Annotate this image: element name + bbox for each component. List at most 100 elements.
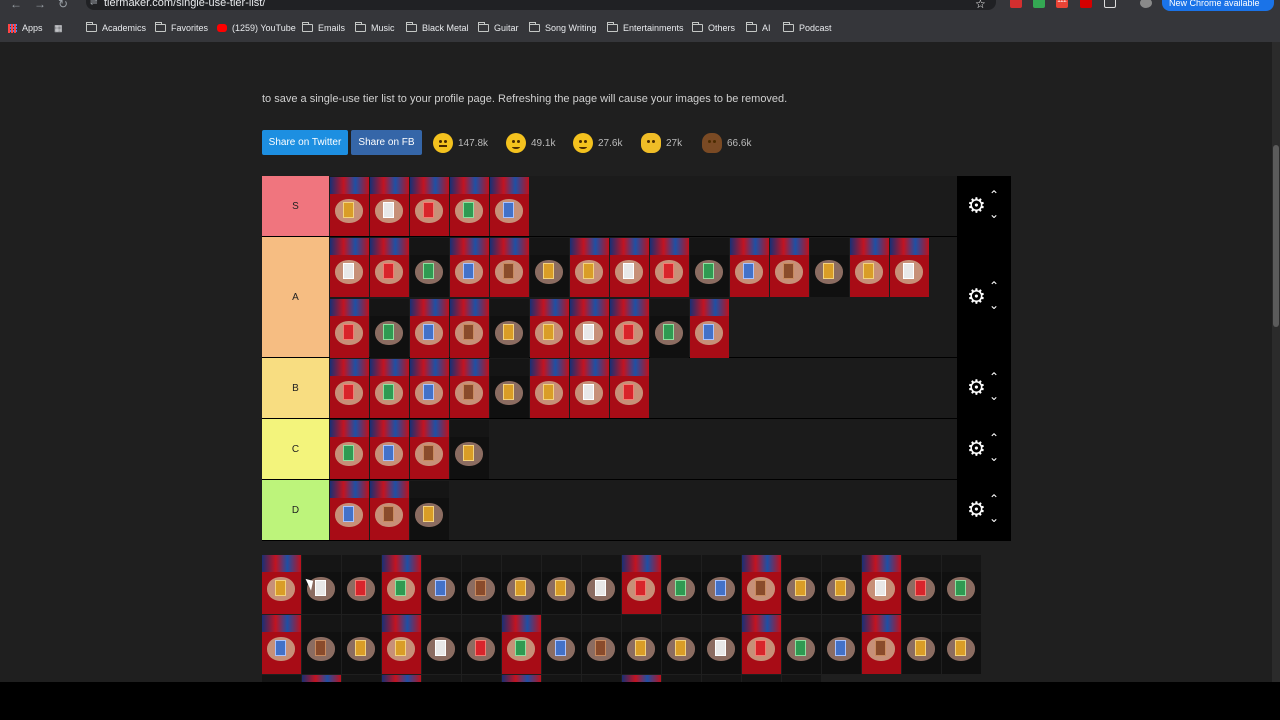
cigarette-pack-image[interactable] bbox=[742, 615, 781, 674]
cigarette-pack-image[interactable] bbox=[450, 299, 489, 358]
reaction-poop[interactable]: 66.6k bbox=[702, 131, 751, 155]
cigarette-pack-image[interactable] bbox=[422, 555, 461, 614]
chevron-down-icon[interactable]: ⌄ bbox=[989, 512, 999, 524]
tier-label[interactable]: D bbox=[262, 480, 329, 540]
extension-red-icon[interactable] bbox=[1010, 0, 1022, 8]
chevron-down-icon[interactable]: ⌄ bbox=[989, 208, 999, 220]
cigarette-pack-image[interactable] bbox=[622, 555, 661, 614]
cigarette-pack-image[interactable] bbox=[262, 675, 301, 682]
chevron-up-icon[interactable]: ⌃ bbox=[989, 189, 999, 201]
bookmark-others[interactable]: Others bbox=[692, 22, 735, 33]
cigarette-pack-image[interactable] bbox=[342, 675, 381, 682]
cigarette-pack-image[interactable] bbox=[370, 481, 409, 540]
cigarette-pack-image[interactable] bbox=[770, 238, 809, 297]
cigarette-pack-image[interactable] bbox=[382, 675, 421, 682]
cigarette-pack-image[interactable] bbox=[330, 359, 369, 418]
cigarette-pack-image[interactable] bbox=[330, 238, 369, 297]
reaction-neutral[interactable]: 147.8k bbox=[433, 131, 488, 155]
bookmark-black-metal[interactable]: Black Metal bbox=[406, 22, 469, 33]
cigarette-pack-image[interactable] bbox=[702, 675, 741, 682]
cigarette-pack-image[interactable] bbox=[462, 675, 501, 682]
gear-icon[interactable]: ⚙ bbox=[967, 196, 986, 217]
cigarette-pack-image[interactable] bbox=[570, 359, 609, 418]
scrollbar-thumb[interactable] bbox=[1273, 145, 1279, 327]
cigarette-pack-image[interactable] bbox=[490, 177, 529, 236]
bookmark-academics[interactable]: Academics bbox=[86, 22, 146, 33]
cigarette-pack-image[interactable] bbox=[410, 359, 449, 418]
cigarette-pack-image[interactable] bbox=[302, 675, 341, 682]
reload-icon[interactable]: ↻ bbox=[58, 0, 68, 11]
gear-icon[interactable]: ⚙ bbox=[967, 287, 986, 308]
cigarette-pack-image[interactable] bbox=[330, 299, 369, 358]
cigarette-pack-image[interactable] bbox=[370, 177, 409, 236]
chevron-down-icon[interactable]: ⌄ bbox=[989, 451, 999, 463]
extension-n-icon[interactable] bbox=[1080, 0, 1092, 8]
cigarette-pack-image[interactable] bbox=[490, 359, 529, 418]
bookmark-star-icon[interactable]: ☆ bbox=[975, 0, 986, 11]
cigarette-pack-image[interactable] bbox=[542, 675, 581, 682]
bookmark-apps[interactable]: Apps bbox=[8, 23, 43, 33]
profile-avatar[interactable] bbox=[1140, 0, 1152, 8]
cigarette-pack-image[interactable] bbox=[610, 238, 649, 297]
cigarette-pack-image[interactable] bbox=[582, 555, 621, 614]
cigarette-pack-image[interactable] bbox=[330, 177, 369, 236]
bookmark-entertainments[interactable]: Entertainments bbox=[607, 22, 684, 33]
tier-label[interactable]: A bbox=[262, 237, 329, 357]
extensions-icon[interactable] bbox=[1104, 0, 1116, 8]
cigarette-pack-image[interactable] bbox=[782, 615, 821, 674]
tier-row-d[interactable]: D ⚙ ⌃ ⌄ bbox=[262, 480, 1011, 541]
bookmark-music[interactable]: Music bbox=[355, 22, 395, 33]
cigarette-pack-image[interactable] bbox=[262, 555, 301, 614]
forward-icon[interactable]: → bbox=[34, 0, 46, 11]
chevron-up-icon[interactable]: ⌃ bbox=[989, 432, 999, 444]
bookmark-guitar[interactable]: Guitar bbox=[478, 22, 519, 33]
cigarette-pack-image[interactable] bbox=[622, 675, 661, 682]
cigarette-pack-image[interactable] bbox=[382, 615, 421, 674]
cigarette-pack-image[interactable] bbox=[542, 615, 581, 674]
site-info-icon[interactable]: ⇌ bbox=[90, 0, 98, 8]
cigarette-pack-image[interactable] bbox=[582, 675, 621, 682]
cigarette-pack-image[interactable] bbox=[890, 238, 929, 297]
chevron-up-icon[interactable]: ⌃ bbox=[989, 371, 999, 383]
back-icon[interactable]: ← bbox=[10, 0, 22, 11]
bookmark-podcast[interactable]: Podcast bbox=[783, 22, 832, 33]
cigarette-pack-image[interactable] bbox=[490, 238, 529, 297]
cigarette-pack-image[interactable] bbox=[490, 299, 529, 358]
cigarette-pack-image[interactable] bbox=[662, 615, 701, 674]
cigarette-pack-image[interactable] bbox=[370, 359, 409, 418]
cigarette-pack-image[interactable] bbox=[450, 420, 489, 479]
cigarette-pack-image[interactable] bbox=[902, 615, 941, 674]
cigarette-pack-image[interactable] bbox=[862, 615, 901, 674]
cigarette-pack-image[interactable] bbox=[462, 555, 501, 614]
cigarette-pack-image[interactable] bbox=[570, 238, 609, 297]
cigarette-pack-image[interactable] bbox=[942, 555, 981, 614]
cigarette-pack-image[interactable] bbox=[822, 615, 861, 674]
tier-label[interactable]: S bbox=[262, 176, 329, 236]
cigarette-pack-image[interactable] bbox=[330, 420, 369, 479]
cigarette-pack-image[interactable] bbox=[622, 615, 661, 674]
tier-row-b[interactable]: B ⚙ ⌃ ⌄ bbox=[262, 358, 1011, 419]
chevron-up-icon[interactable]: ⌃ bbox=[989, 280, 999, 292]
cigarette-pack-image[interactable] bbox=[370, 238, 409, 297]
bookmark-youtube[interactable]: (1259) YouTube bbox=[217, 23, 296, 33]
cigarette-pack-image[interactable] bbox=[810, 238, 849, 297]
cigarette-pack-image[interactable] bbox=[850, 238, 889, 297]
share-twitter-button[interactable]: Share on Twitter bbox=[262, 130, 348, 155]
cigarette-pack-image[interactable] bbox=[410, 177, 449, 236]
cigarette-pack-image[interactable] bbox=[410, 420, 449, 479]
cigarette-pack-image[interactable] bbox=[450, 359, 489, 418]
cigarette-pack-image[interactable] bbox=[702, 615, 741, 674]
gear-icon[interactable]: ⚙ bbox=[967, 439, 986, 460]
notification-badge-icon[interactable]: 112 bbox=[1056, 0, 1068, 8]
reaction-heart-eyes[interactable]: 49.1k bbox=[506, 131, 555, 155]
cigarette-pack-image[interactable] bbox=[262, 615, 301, 674]
cigarette-pack-image[interactable] bbox=[570, 299, 609, 358]
gear-icon[interactable]: ⚙ bbox=[967, 378, 986, 399]
cigarette-pack-image[interactable] bbox=[530, 238, 569, 297]
cigarette-pack-image[interactable] bbox=[690, 238, 729, 297]
cigarette-pack-image[interactable] bbox=[542, 555, 581, 614]
cigarette-pack-image[interactable] bbox=[942, 615, 981, 674]
cigarette-pack-image[interactable] bbox=[742, 555, 781, 614]
cigarette-pack-image[interactable] bbox=[370, 420, 409, 479]
tier-row-s[interactable]: S ⚙ ⌃ ⌄ bbox=[262, 176, 1011, 237]
